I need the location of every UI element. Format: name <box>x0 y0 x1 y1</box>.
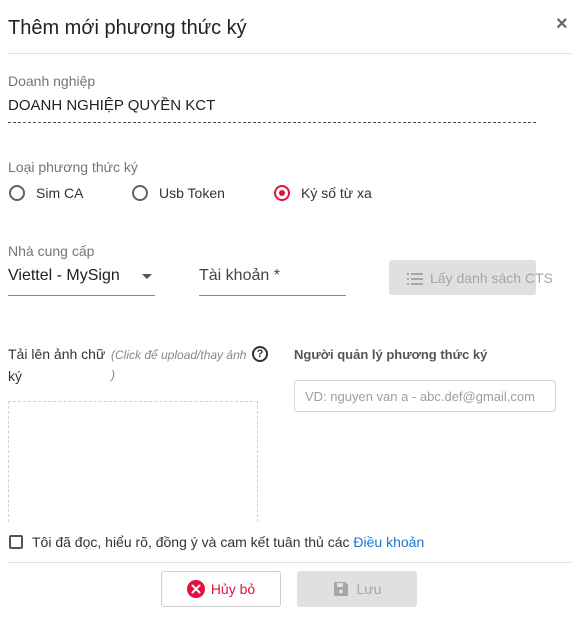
get-cts-button[interactable]: Lấy danh sách CTS <box>389 260 553 295</box>
terms-text-row: Tôi đã đọc, hiểu rõ, đồng ý và cam kết t… <box>32 534 424 550</box>
upload-label: Tải lên ảnh chữ ký <box>8 346 106 384</box>
radio-circle-usb-token[interactable] <box>132 185 148 201</box>
radio-usb-token[interactable]: Usb Token <box>131 184 251 204</box>
get-cts-label: Lấy danh sách CTS <box>430 270 553 286</box>
footer-divider <box>8 562 571 563</box>
radio-circle-sim-ca[interactable] <box>9 185 25 201</box>
header-divider <box>8 53 571 54</box>
account-underline <box>199 295 346 296</box>
radio-remote-sign[interactable]: Ký số từ xa <box>273 184 393 204</box>
terms-text: Tôi đã đọc, hiểu rõ, đồng ý và cam kết t… <box>32 534 350 550</box>
sign-method-label: Loại phương thức ký <box>8 159 138 175</box>
terms-link[interactable]: Điều khoản <box>353 534 424 550</box>
radio-label-usb-token: Usb Token <box>159 185 225 201</box>
account-label: Tài khoản * <box>199 267 280 284</box>
account-field[interactable]: Tài khoản * <box>199 262 346 296</box>
signature-upload-area[interactable] <box>8 401 258 522</box>
provider-label: Nhà cung cấp <box>8 243 95 259</box>
upload-hint: (Click để upload/thay ảnh ) <box>111 348 247 382</box>
radio-label-remote-sign: Ký số từ xa <box>301 185 372 201</box>
provider-select[interactable]: Viettel - MySign <box>8 262 155 296</box>
radio-circle-remote-sign[interactable] <box>274 185 290 201</box>
manager-label: Người quản lý phương thức ký <box>294 347 488 362</box>
cancel-button[interactable]: Hủy bỏ <box>161 571 281 607</box>
enterprise-label: Doanh nghiệp <box>8 73 96 89</box>
list-icon <box>407 272 423 285</box>
provider-value: Viettel - MySign <box>8 267 120 284</box>
cancel-label: Hủy bỏ <box>210 581 256 597</box>
enterprise-underline <box>8 122 536 123</box>
dialog-title: Thêm mới phương thức ký <box>8 17 247 39</box>
cancel-icon <box>186 580 205 598</box>
manager-input[interactable] <box>294 380 556 412</box>
enterprise-value: DOANH NGHIỆP QUYỀN KCT <box>8 97 216 114</box>
radio-sim-ca[interactable]: Sim CA <box>8 184 118 204</box>
provider-underline <box>8 295 155 296</box>
close-icon[interactable]: × <box>556 14 568 34</box>
save-label: Lưu <box>356 581 382 597</box>
terms-checkbox[interactable] <box>9 535 23 549</box>
radio-label-sim-ca: Sim CA <box>36 185 84 201</box>
help-icon[interactable]: ? <box>252 346 268 362</box>
save-button[interactable]: Lưu <box>297 571 417 607</box>
save-icon <box>333 581 349 597</box>
chevron-down-icon <box>142 274 152 279</box>
